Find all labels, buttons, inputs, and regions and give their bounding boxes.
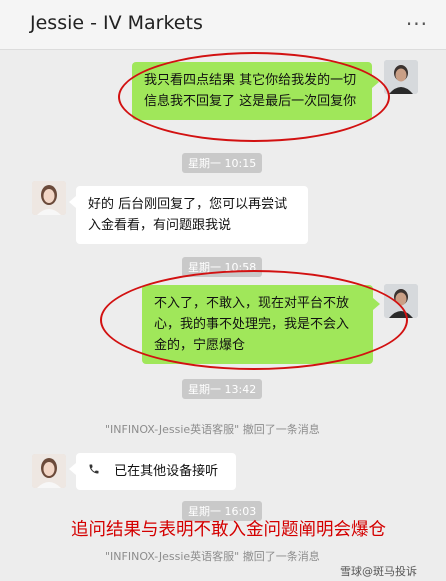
chat-header: Jessie - IV Markets ···	[0, 0, 446, 50]
bubble-tail	[69, 463, 76, 475]
timestamp: 星期一 10:15	[182, 153, 263, 173]
annotation-ellipse	[100, 270, 408, 370]
message-bubble-agent[interactable]: 好的 后台刚回复了，您可以再尝试入金看看，有问题跟我说	[76, 186, 308, 244]
agent-avatar[interactable]	[32, 181, 66, 215]
annotation-caption: 追问结果与表明不敢入金问题阐明会爆仓	[71, 520, 386, 540]
annotation-ellipse	[118, 52, 390, 142]
bubble-tail	[69, 196, 76, 208]
agent-avatar[interactable]	[32, 454, 66, 488]
chat-title: Jessie - IV Markets	[30, 12, 203, 34]
message-text: 好的 后台刚回复了，您可以再尝试入金看看，有问题跟我说	[88, 197, 288, 233]
call-text: 已在其他设备接听	[114, 464, 219, 479]
more-dots-icon[interactable]: ···	[406, 12, 428, 36]
timestamp: 星期一 13:42	[182, 379, 263, 399]
recall-notice: "INFINOX-Jessie英语客服" 撤回了一条消息	[105, 550, 320, 563]
phone-icon	[88, 461, 100, 482]
self-avatar[interactable]	[384, 60, 418, 94]
recall-notice: "INFINOX-Jessie英语客服" 撤回了一条消息	[105, 423, 320, 436]
watermark: 雪球@斑马投诉	[340, 565, 417, 578]
call-bubble[interactable]: 已在其他设备接听	[76, 453, 236, 490]
